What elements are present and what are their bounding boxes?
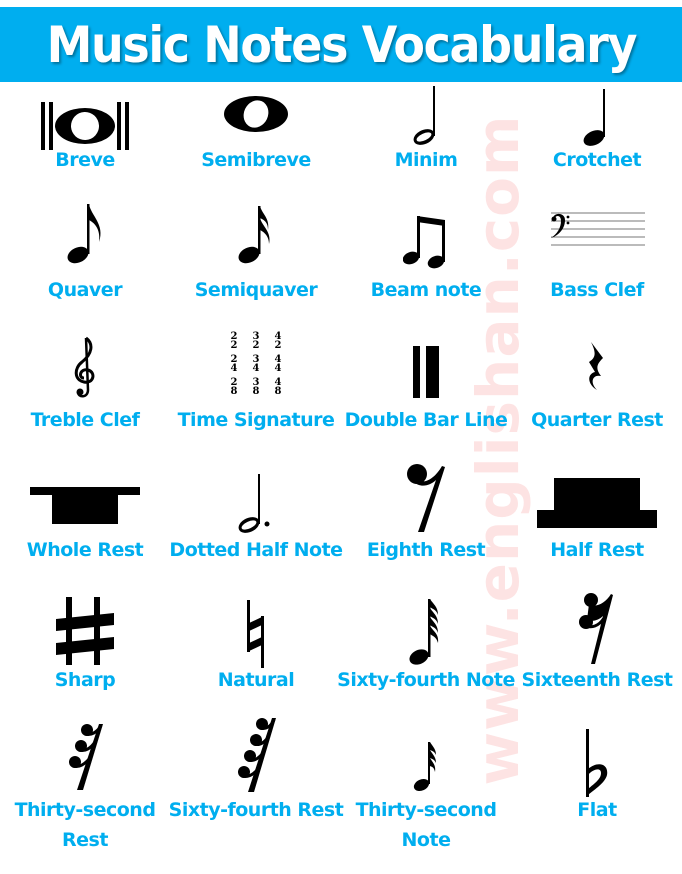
vocab-label: Sharp xyxy=(54,669,116,691)
semibreve-icon xyxy=(171,94,341,134)
time-signature-denominator: 8 xyxy=(252,386,260,397)
quaver-icon xyxy=(0,202,170,264)
time-signature-denominator: 2 xyxy=(274,340,282,351)
vocab-label: Whole Rest xyxy=(26,539,144,561)
vocab-label: Bass Clef xyxy=(550,279,644,301)
vocab-label: Quarter Rest xyxy=(531,409,663,431)
vocab-label: Half Rest xyxy=(550,539,644,561)
minim-icon xyxy=(341,86,511,146)
time-signature-denominator: 2 xyxy=(252,340,260,351)
vocab-label: Dotted Half Note xyxy=(169,539,343,561)
time-signature-3-4: 34 xyxy=(245,355,267,374)
sixteenth-rest-icon xyxy=(512,592,682,666)
time-signature-denominator: 2 xyxy=(230,340,238,351)
beam-note-icon xyxy=(341,214,511,270)
vocab-label: Natural xyxy=(217,669,295,691)
time-signature-2-4: 24 xyxy=(223,355,245,374)
natural-icon xyxy=(171,600,341,668)
semiquaver-icon xyxy=(171,202,341,264)
vocab-label: Sixty-fourth Note xyxy=(337,669,515,691)
time-signature-4-4: 44 xyxy=(267,355,289,374)
time-signature-denominator: 8 xyxy=(274,386,282,397)
time-signature-4-2: 42 xyxy=(267,332,289,351)
vocab-label: Flat xyxy=(577,799,617,821)
treble-clef-icon xyxy=(0,336,170,400)
vocab-label: Treble Clef xyxy=(30,409,140,431)
title-banner: Music Notes Vocabulary xyxy=(0,7,682,82)
quarter-rest-icon xyxy=(512,340,682,398)
half-rest-icon xyxy=(512,476,682,528)
vocab-label: Semibreve xyxy=(201,149,311,171)
thirty-second-note-icon xyxy=(341,740,511,792)
double-bar-line-icon xyxy=(341,344,511,400)
vocab-label: Thirty-second Note xyxy=(355,799,497,851)
vocab-label: Thirty-second Rest xyxy=(14,799,156,851)
sixty-fourth-note-icon xyxy=(341,597,511,667)
vocab-label: Eighth Rest xyxy=(366,539,486,561)
sixty-fourth-rest-icon xyxy=(171,716,341,794)
time-signature-3-8: 38 xyxy=(245,378,267,397)
time-signature-denominator: 4 xyxy=(252,363,260,374)
vocab-label: Sixteenth Rest xyxy=(521,669,673,691)
bass-clef-icon xyxy=(512,210,682,248)
vocab-label: Crotchet xyxy=(552,149,642,171)
vocab-label: Minim xyxy=(394,149,458,171)
time-signature-icon: 223242243444283848 xyxy=(171,332,341,399)
whole-rest-icon xyxy=(0,487,170,527)
eighth-rest-icon xyxy=(341,462,511,534)
vocab-label: Quaver xyxy=(47,279,123,301)
vocab-label: Time Signature xyxy=(177,409,335,431)
vocab-label: Beam note xyxy=(370,279,482,301)
page-title: Music Notes Vocabulary xyxy=(46,15,637,74)
time-signature-2-2: 22 xyxy=(223,332,245,351)
dotted-half-note-icon xyxy=(171,474,341,536)
vocab-label: Semiquaver xyxy=(194,279,318,301)
vocab-label: Double Bar Line xyxy=(344,409,508,431)
time-signature-2-8: 28 xyxy=(223,378,245,397)
time-signature-denominator: 4 xyxy=(230,363,238,374)
crotchet-icon xyxy=(512,89,682,147)
time-signature-4-8: 48 xyxy=(267,378,289,397)
sharp-icon xyxy=(0,597,170,665)
vocab-label: Sixty-fourth Rest xyxy=(168,799,344,821)
time-signature-denominator: 8 xyxy=(230,386,238,397)
vocab-label: Breve xyxy=(55,149,115,171)
time-signature-denominator: 4 xyxy=(274,363,282,374)
thirty-second-rest-icon xyxy=(0,722,170,792)
time-signature-3-2: 32 xyxy=(245,332,267,351)
flat-icon xyxy=(512,729,682,797)
